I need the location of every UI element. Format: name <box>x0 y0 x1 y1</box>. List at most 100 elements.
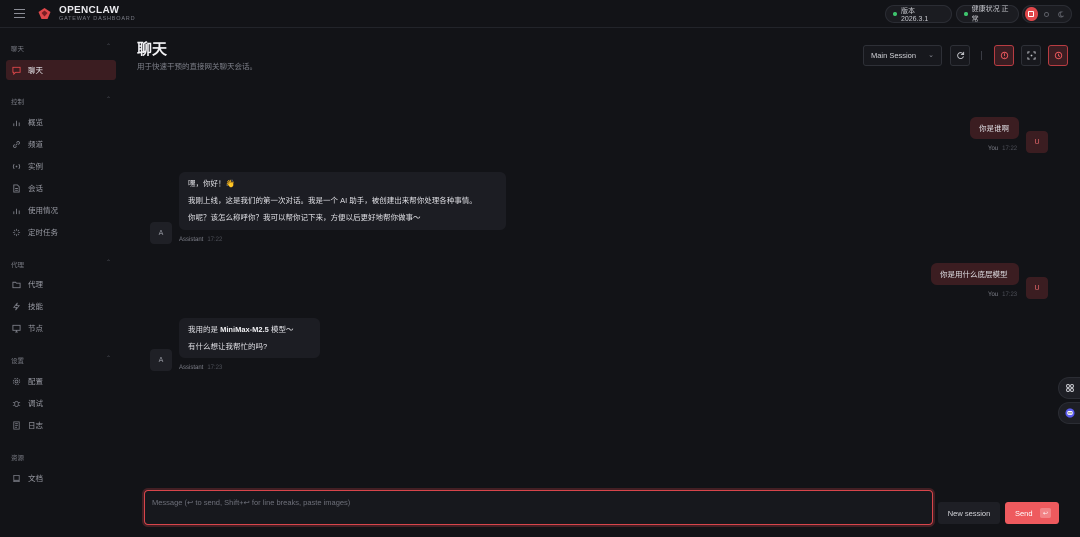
theme-light-button[interactable] <box>1040 7 1053 21</box>
section-title: 设置 <box>11 358 24 365</box>
chevron-up-icon: ⌃ <box>105 44 111 50</box>
assistant-avatar: A <box>150 222 172 244</box>
sender-name: Assistant <box>179 237 204 243</box>
chat-icon <box>12 66 21 75</box>
sidebar-item-channels[interactable]: 频道 <box>6 134 116 154</box>
sender-name: Assistant <box>179 365 204 371</box>
sidebar-item-sessions[interactable]: 会话 <box>6 178 116 198</box>
quick-actions-button[interactable] <box>1058 377 1080 399</box>
user-message-bubble: 你是用什么底层模型 <box>931 263 1019 285</box>
bot-icon <box>1064 408 1075 418</box>
book-icon <box>12 474 21 483</box>
sidebar-item-overview[interactable]: 概览 <box>6 112 116 132</box>
section-title: 代理 <box>11 262 24 269</box>
sidebar-item-agents[interactable]: 代理 <box>6 274 116 294</box>
refresh-icon <box>956 51 964 60</box>
sidebar-section-settings[interactable]: 设置 ⌃ <box>11 355 111 365</box>
page-title: 聊天 <box>137 41 168 58</box>
refresh-button[interactable] <box>950 45 970 66</box>
status-dot-icon <box>893 12 897 16</box>
menu-icon[interactable] <box>14 9 25 18</box>
sidebar-section-agents[interactable]: 代理 ⌃ <box>11 259 111 269</box>
assistant-bot-button[interactable] <box>1058 402 1080 424</box>
sidebar-item-label: 日志 <box>28 420 43 430</box>
message-text: 嘿，你好！👋 <box>188 179 235 188</box>
sun-icon <box>1043 11 1049 17</box>
grid-icon <box>1065 384 1074 392</box>
bar-chart-icon <box>12 118 21 127</box>
clock-icon <box>1054 51 1062 60</box>
theme-system-button[interactable] <box>1025 7 1038 21</box>
spinner-icon <box>12 228 21 237</box>
sidebar-item-label: 实例 <box>28 161 43 171</box>
message-meta: You 17:23 <box>988 292 1017 298</box>
assistant-message-bubble: 我用的是 MiniMax-M2.5 模型～ 有什么想让我帮忙的吗? <box>179 318 320 358</box>
section-title: 资源 <box>11 455 24 462</box>
cron-toggle-button[interactable] <box>1048 45 1068 66</box>
message-text: 有什么想让我帮忙的吗? <box>188 342 268 351</box>
sidebar-item-debug[interactable]: 调试 <box>6 393 116 413</box>
sidebar-item-label: 聊天 <box>28 65 43 75</box>
brand[interactable]: OPENCLAW GATEWAY DASHBOARD <box>59 5 135 23</box>
sidebar-item-nodes[interactable]: 节点 <box>6 318 116 338</box>
message-text-part: 模型～ <box>268 325 294 334</box>
sidebar-item-instances[interactable]: 实例 <box>6 156 116 176</box>
sidebar-section-resources[interactable]: 资源 <box>11 452 111 462</box>
monitor-icon <box>12 324 21 333</box>
sidebar-item-chat[interactable]: 聊天 <box>6 60 116 80</box>
health-badge: 健康状况 正常 <box>956 5 1019 23</box>
sidebar-item-usage[interactable]: 使用情况 <box>6 200 116 220</box>
sidebar-item-label: 节点 <box>28 323 43 333</box>
sidebar-item-label: 使用情况 <box>28 205 58 215</box>
version-badge: 版本 2026.3.1 <box>885 5 952 23</box>
sidebar-item-cron[interactable]: 定时任务 <box>6 222 116 242</box>
version-label: 版本 2026.3.1 <box>900 7 929 23</box>
sidebar-item-logs[interactable]: 日志 <box>6 415 116 435</box>
focus-mode-button[interactable] <box>1021 45 1041 66</box>
enter-key-icon: ↩ <box>1040 508 1051 518</box>
sidebar-item-label: 技能 <box>28 301 43 311</box>
message-text: 我刚上线，这是我们的第一次对话。我是一个 AI 助手，被创建出来帮你处理各种事情… <box>188 196 477 205</box>
sidebar-item-config[interactable]: 配置 <box>6 371 116 391</box>
sidebar-section-chat[interactable]: 聊天 ⌃ <box>11 43 111 53</box>
sidebar-section-control[interactable]: 控制 ⌃ <box>11 96 111 106</box>
model-name: MiniMax-M2.5 <box>220 325 269 334</box>
message-text-part: 我用的是 <box>188 325 221 334</box>
assistant-message-bubble: 嘿，你好！👋 我刚上线，这是我们的第一次对话。我是一个 AI 助手，被创建出来帮… <box>179 172 506 230</box>
sidebar-item-label: 代理 <box>28 279 43 289</box>
user-message-bubble: 你是谁啊 <box>970 117 1019 139</box>
brain-icon <box>1000 51 1008 60</box>
user-avatar: U <box>1026 131 1048 153</box>
sidebar-item-docs[interactable]: 文档 <box>6 468 116 488</box>
sidebar-item-label: 概览 <box>28 117 43 127</box>
thinking-toggle-button[interactable] <box>994 45 1014 66</box>
sidebar-item-label: 频道 <box>28 139 43 149</box>
bolt-icon <box>12 302 21 311</box>
assistant-avatar: A <box>150 349 172 371</box>
focus-icon <box>1026 51 1036 60</box>
brand-subtitle: GATEWAY DASHBOARD <box>59 16 136 22</box>
send-button[interactable]: Send ↩ <box>1005 502 1059 524</box>
sidebar-item-label: 会话 <box>28 183 43 193</box>
new-session-button[interactable]: New session <box>938 502 1000 524</box>
message-text: 你是用什么底层模型 <box>940 270 1008 279</box>
openclaw-logo-icon <box>38 8 51 19</box>
message-meta: You 17:22 <box>988 146 1017 152</box>
broadcast-icon <box>12 162 21 171</box>
message-text: 你是谁啊 <box>979 124 1009 133</box>
chevron-up-icon: ⌃ <box>105 97 111 103</box>
gear-icon <box>12 377 21 386</box>
session-select[interactable]: Main Session ⌄ <box>863 45 942 66</box>
message-time: 17:22 <box>207 237 223 243</box>
sender-name: You <box>988 146 999 152</box>
sidebar-item-skills[interactable]: 技能 <box>6 296 116 316</box>
user-avatar: U <box>1026 277 1048 299</box>
monitor-icon <box>1028 11 1035 17</box>
folder-icon <box>12 280 21 289</box>
sidebar-item-label: 定时任务 <box>28 227 58 237</box>
message-meta: Assistant 17:23 <box>179 365 222 371</box>
theme-dark-button[interactable] <box>1054 7 1067 21</box>
message-input[interactable] <box>145 491 932 524</box>
sidebar-item-label: 配置 <box>28 376 43 386</box>
send-label: Send <box>1015 508 1033 518</box>
